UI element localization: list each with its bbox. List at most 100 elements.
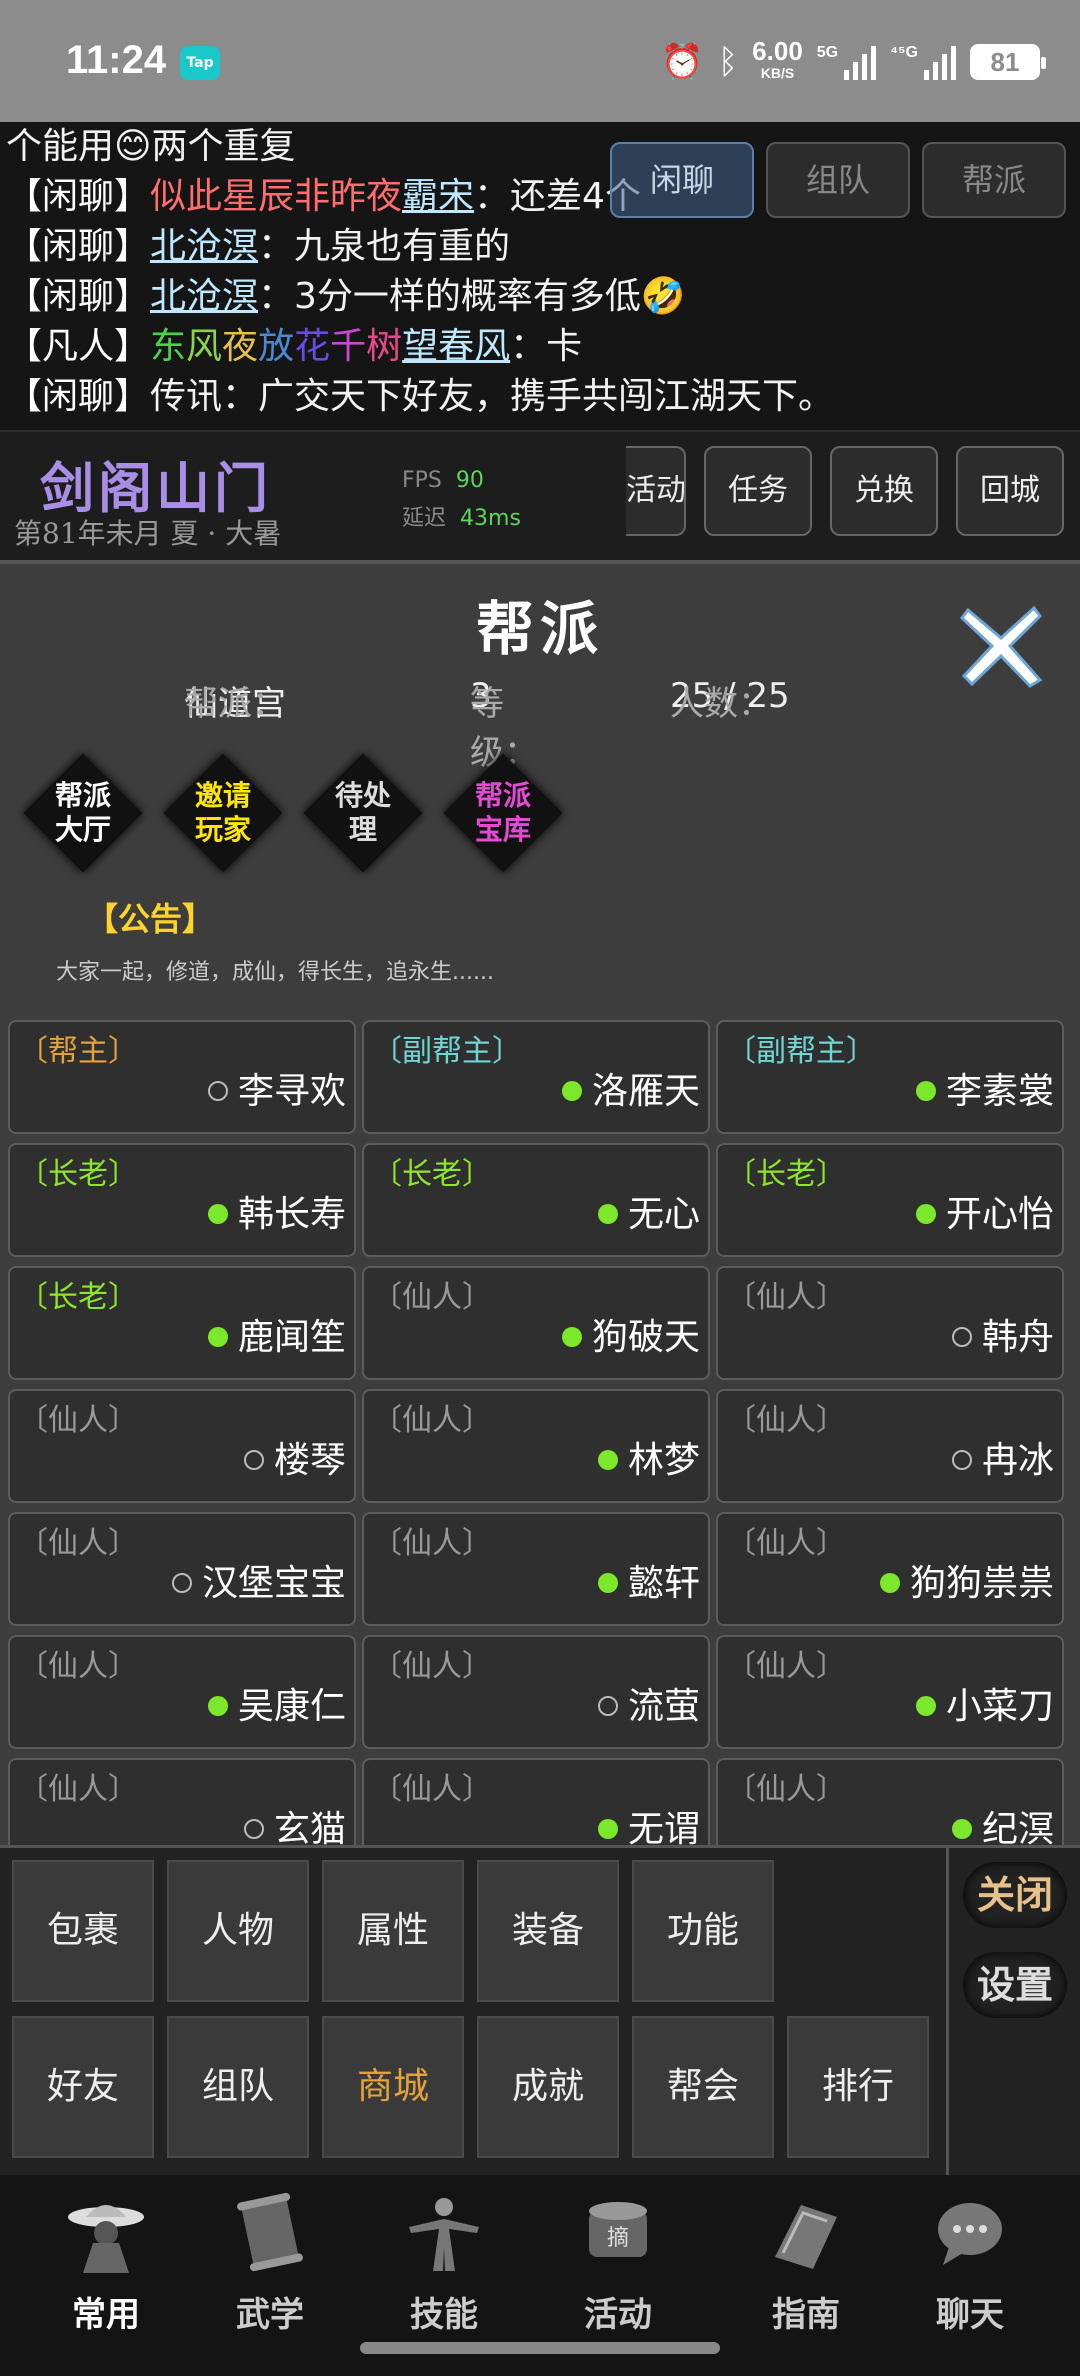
nav-chat[interactable]: 聊天 — [900, 2187, 1040, 2357]
svg-text:摘: 摘 — [607, 2226, 629, 2251]
nav-skills[interactable]: 技能 — [374, 2187, 514, 2357]
task-button[interactable]: 任务 — [704, 446, 812, 536]
home-indicator[interactable] — [360, 2342, 720, 2354]
bag-button[interactable]: 包裹 — [12, 1860, 154, 2002]
notice-text: 大家一起，修道，成仙，得长生，追永生...... — [56, 960, 494, 985]
achievements-button[interactable]: 成就 — [477, 2016, 619, 2158]
online-status-icon — [207, 1696, 228, 1716]
player-name-link[interactable]: 霸宋 — [402, 176, 474, 217]
nav-activities[interactable]: 摘 活动 — [548, 2187, 688, 2357]
member-cell[interactable]: 〔仙人〕 林梦 — [362, 1389, 710, 1503]
online-status-icon — [951, 1819, 972, 1839]
player-name-link[interactable]: 望春风 — [402, 326, 510, 367]
nav-martial-arts[interactable]: 武学 — [200, 2187, 340, 2357]
guild-name-field: 帮派： 仙道宫 — [184, 684, 286, 724]
taptap-app-icon: Tap — [180, 46, 220, 80]
member-name: 小菜刀 — [915, 1677, 1054, 1729]
offline-status-icon — [951, 1327, 972, 1347]
member-cell[interactable]: 〔仙人〕 小菜刀 — [716, 1635, 1064, 1749]
online-status-icon — [561, 1081, 582, 1101]
member-name: 懿轩 — [597, 1554, 700, 1606]
player-name-link[interactable]: 北沧溟 — [150, 276, 258, 317]
member-cell[interactable]: 〔长老〕 无心 — [362, 1143, 710, 1257]
member-grid[interactable]: 〔帮主〕 李寻欢 〔副帮主〕 洛雁天 〔副帮主〕 李素裳 〔长老〕 韩长寿 〔长老〕 无心 〔长老〕… — [8, 1020, 1072, 1849]
member-name: 开心怡 — [915, 1185, 1054, 1237]
member-role: 〔仙人〕 — [372, 1403, 492, 1438]
member-cell[interactable]: 〔仙人〕 楼琴 — [8, 1389, 356, 1503]
guild-treasury-button[interactable]: 帮派宝库 — [443, 753, 563, 873]
member-role: 〔仙人〕 — [726, 1526, 846, 1561]
member-name: 无心 — [597, 1185, 700, 1237]
member-role: 〔仙人〕 — [18, 1772, 138, 1807]
online-status-icon — [915, 1081, 936, 1101]
member-role: 〔仙人〕 — [726, 1403, 846, 1438]
tab-chat-team[interactable]: 组队 — [766, 142, 910, 218]
team-button[interactable]: 组队 — [167, 2016, 309, 2158]
chat-line: 【凡人】东风夜放花千树望春风：卡 — [6, 326, 583, 367]
member-cell[interactable]: 〔副帮主〕 洛雁天 — [362, 1020, 710, 1134]
member-name: 韩舟 — [951, 1308, 1054, 1360]
member-role: 〔仙人〕 — [18, 1403, 138, 1438]
member-cell[interactable]: 〔仙人〕懿轩 — [362, 1512, 710, 1626]
tab-chat-casual[interactable]: 闲聊 — [610, 142, 754, 218]
member-cell[interactable]: 〔仙人〕 玄猫 — [8, 1758, 356, 1849]
return-city-button[interactable]: 回城 — [956, 446, 1064, 536]
equipment-button[interactable]: 装备 — [477, 1860, 619, 2002]
nav-common[interactable]: 常用 — [36, 2187, 176, 2357]
exchange-button[interactable]: 兑换 — [830, 446, 938, 536]
offline-status-icon — [597, 1696, 618, 1716]
member-cell[interactable]: 〔仙人〕 韩舟 — [716, 1266, 1064, 1380]
close-icon[interactable] — [956, 600, 1046, 690]
member-cell[interactable]: 〔副帮主〕 李素裳 — [716, 1020, 1064, 1134]
online-status-icon — [597, 1819, 618, 1839]
status-icons: ⏰ ᛒ 6.00 KB/S 5G ⁴⁵G 81 — [661, 38, 1046, 84]
member-cell[interactable]: 〔仙人〕 纪溟 — [716, 1758, 1064, 1849]
app-root: { "status": {"time": "11:24", "tap_label… — [0, 0, 1080, 2376]
settings-button[interactable]: 设置 — [963, 1952, 1067, 2018]
member-cell[interactable]: 〔仙人〕 流萤 — [362, 1635, 710, 1749]
member-name: 吴康仁 — [207, 1677, 346, 1729]
member-cell[interactable]: 〔仙人〕 狗破天 — [362, 1266, 710, 1380]
member-cell[interactable]: 〔仙人〕 汉堡宝宝 — [8, 1512, 356, 1626]
friends-button[interactable]: 好友 — [12, 2016, 154, 2158]
player-name-link[interactable]: 北沧溟 — [150, 226, 258, 267]
guild-button[interactable]: 帮会 — [632, 2016, 774, 2158]
member-role: 〔长老〕 — [726, 1157, 846, 1192]
online-status-icon — [561, 1327, 582, 1347]
offline-status-icon — [243, 1450, 264, 1470]
member-cell[interactable]: 〔仙人〕 吴康仁 — [8, 1635, 356, 1749]
member-role: 〔长老〕 — [18, 1280, 138, 1315]
ranking-button[interactable]: 排行 — [787, 2016, 929, 2158]
member-cell[interactable]: 〔帮主〕 李寻欢 — [8, 1020, 356, 1134]
scroll-icon — [237, 2192, 303, 2272]
member-role: 〔仙人〕 — [372, 1526, 492, 1561]
member-cell[interactable]: 〔长老〕开心怡 — [716, 1143, 1064, 1257]
panel-title: 帮派 — [475, 595, 604, 663]
invite-player-button[interactable]: 邀请玩家 — [163, 753, 283, 873]
tab-chat-guild[interactable]: 帮派 — [922, 142, 1066, 218]
online-status-icon — [597, 1450, 618, 1470]
member-cell[interactable]: 〔长老〕鹿闻笙 — [8, 1266, 356, 1380]
member-cell[interactable]: 〔长老〕 韩长寿 — [8, 1143, 356, 1257]
member-name: 李寻欢 — [207, 1062, 346, 1114]
guild-hall-button[interactable]: 帮派大厅 — [23, 753, 143, 873]
member-name: 流萤 — [597, 1677, 700, 1729]
location-header: 剑阁山门 第81年未月 夏 · 大暑 FPS 90 延迟 43ms 活动 任务 兑换… — [0, 432, 1080, 560]
functions-button[interactable]: 功能 — [632, 1860, 774, 2002]
menu-side: 关闭 设置 — [946, 1848, 1080, 2178]
member-cell[interactable]: 〔仙人〕 冉冰 — [716, 1389, 1064, 1503]
pending-requests-button[interactable]: 待处理 — [303, 753, 423, 873]
chat-line: 【闲聊】传讯：广交天下好友，携手共闯江湖天下。 — [6, 376, 835, 417]
guild-panel: 帮派 帮派： 仙道宫 等级： 3 人数： 25 / 25 帮派大厅 邀请玩家 待处理 … — [0, 560, 1080, 1849]
shop-button[interactable]: 商城 — [322, 2016, 464, 2158]
member-cell[interactable]: 〔仙人〕 狗狗祟祟 — [716, 1512, 1064, 1626]
character-button[interactable]: 人物 — [167, 1860, 309, 2002]
attributes-button[interactable]: 属性 — [322, 1860, 464, 2002]
online-status-icon — [915, 1204, 936, 1224]
offline-status-icon — [207, 1081, 228, 1101]
member-cell[interactable]: 〔仙人〕 无谓 — [362, 1758, 710, 1849]
member-name: 鹿闻笙 — [207, 1308, 346, 1360]
activity-button[interactable]: 活动 — [626, 446, 686, 536]
nav-guide[interactable]: 指南 — [736, 2187, 876, 2357]
close-menu-button[interactable]: 关闭 — [963, 1862, 1067, 1928]
